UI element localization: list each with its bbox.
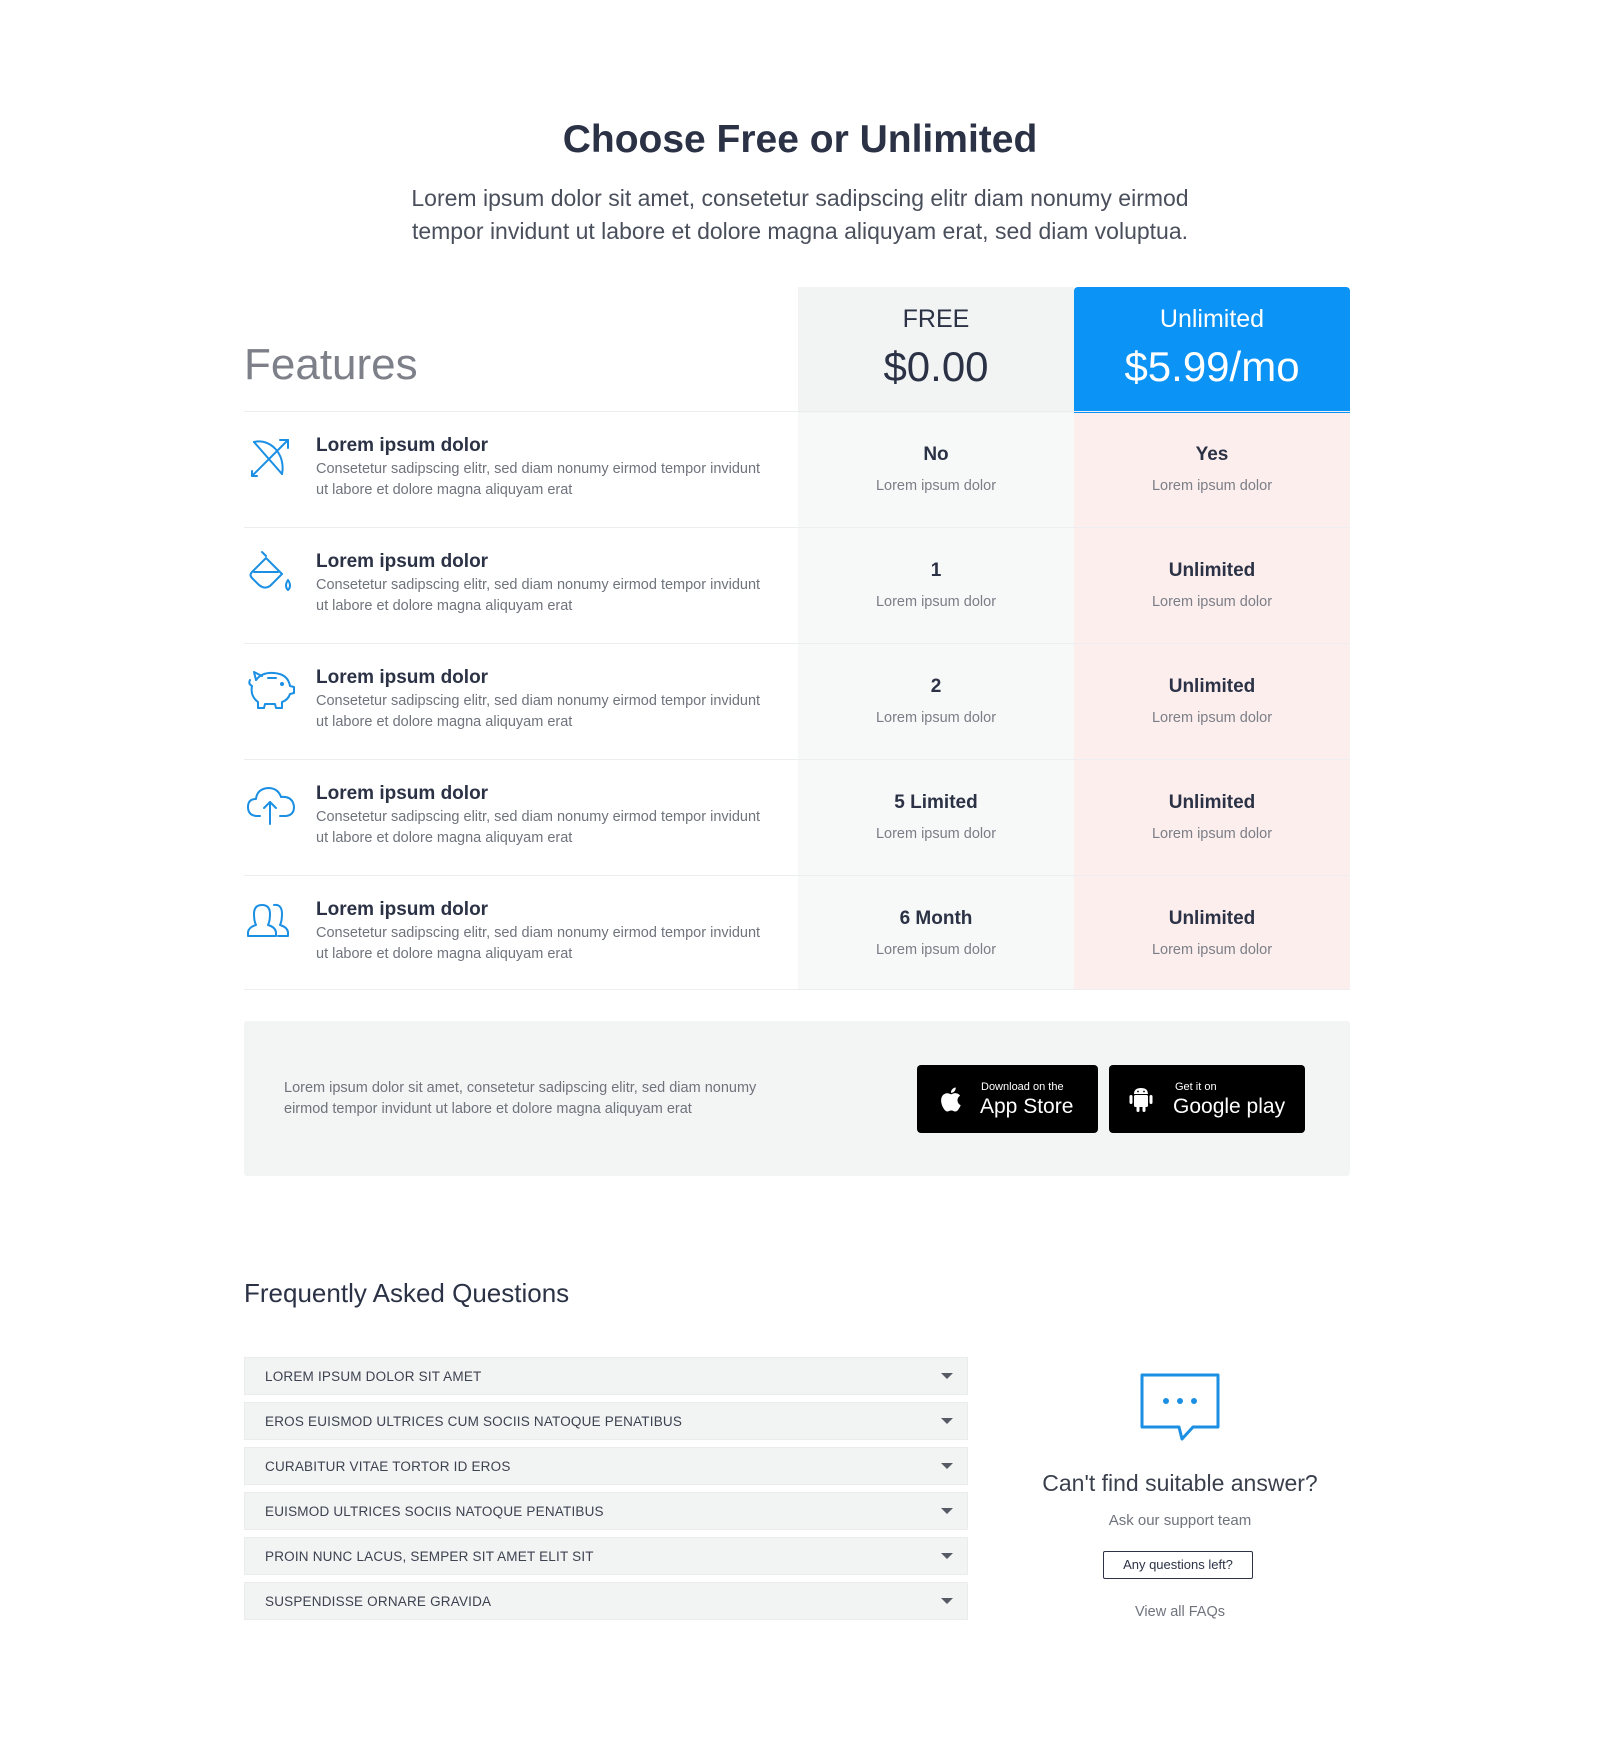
page-title: Choose Free or Unlimited: [562, 118, 1038, 161]
feature-description: Consetetur sadipscing elitr, sed diam no…: [316, 459, 786, 501]
page-subtitle-line: Lorem ipsum dolor sit amet, consetetur s…: [411, 185, 1189, 211]
faq-item[interactable]: CURABITUR VITAE TORTOR ID EROS: [244, 1447, 968, 1485]
faq-title: Frequently Asked Questions: [244, 1278, 570, 1308]
row-divider: [244, 411, 1350, 412]
piggy-bank-icon: [244, 662, 298, 716]
unlimited-value: Yes: [1195, 444, 1229, 465]
unlimited-value-note: Lorem ipsum dolor: [1151, 826, 1273, 842]
feature-description-line: Consetetur sadipscing elitr, sed diam no…: [316, 925, 761, 941]
row-divider: [244, 643, 1350, 644]
apple-icon: [941, 1087, 961, 1112]
row-divider: [244, 989, 1350, 990]
unlimited-value: Unlimited: [1168, 908, 1256, 929]
free-value-note: Lorem ipsum dolor: [875, 594, 997, 610]
cloud-upload-icon: [244, 778, 298, 832]
feature-description-line: ut labore et dolore magna aliquyam erat: [316, 598, 573, 614]
feature-description-line: Consetetur sadipscing elitr, sed diam no…: [316, 693, 761, 709]
view-all-faqs-link[interactable]: View all FAQs: [1000, 1604, 1360, 1620]
features-heading: Features: [244, 340, 418, 389]
app-store-caption: Download on the: [981, 1081, 1064, 1093]
caret-down-icon: [941, 1553, 953, 1559]
faq-item[interactable]: PROIN NUNC LACUS, SEMPER SIT AMET ELIT S…: [244, 1537, 968, 1575]
free-value: 5 Limited: [894, 792, 978, 813]
banner-text-line: Lorem ipsum dolor sit amet, consetetur s…: [284, 1080, 757, 1096]
paint-bucket-icon: [244, 546, 298, 600]
feature-description: Consetetur sadipscing elitr, sed diam no…: [316, 923, 786, 965]
google-play-caption: Get it on: [1175, 1081, 1217, 1093]
any-questions-button[interactable]: Any questions left?: [1103, 1551, 1253, 1579]
feature-description-line: Consetetur sadipscing elitr, sed diam no…: [316, 809, 761, 825]
row-divider: [244, 527, 1350, 528]
app-store-label: App Store: [980, 1095, 1074, 1118]
unlimited-column-bg: [1074, 411, 1350, 989]
unlimited-value-note: Lorem ipsum dolor: [1151, 710, 1273, 726]
free-value: 6 Month: [899, 908, 973, 929]
feature-description-line: ut labore et dolore magna aliquyam erat: [316, 482, 573, 498]
plan-header-free: FREE $0.00: [798, 287, 1074, 413]
free-value: 1: [930, 560, 942, 581]
app-store-button[interactable]: Download on the App Store: [917, 1065, 1098, 1133]
page-subtitle: Lorem ipsum dolor sit amet, consetetur s…: [380, 182, 1220, 248]
unlimited-value-note: Lorem ipsum dolor: [1151, 942, 1273, 958]
plan-price: $0.00: [883, 343, 989, 390]
unlimited-value: Unlimited: [1168, 560, 1256, 581]
row-divider: [244, 759, 1350, 760]
page-subtitle-line: tempor invidunt ut labore et dolore magn…: [411, 218, 1189, 244]
free-value-note: Lorem ipsum dolor: [875, 478, 997, 494]
faq-item[interactable]: EROS EUISMOD ULTRICES CUM SOCIIS NATOQUE…: [244, 1402, 968, 1440]
feature-title: Lorem ipsum dolor: [316, 667, 489, 688]
plan-name: FREE: [902, 305, 970, 333]
free-value: No: [923, 444, 949, 465]
feature-description-line: ut labore et dolore magna aliquyam erat: [316, 830, 573, 846]
faq-question: SUSPENDISSE ORNARE GRAVIDA: [265, 1594, 492, 1609]
unlimited-value: Unlimited: [1168, 676, 1256, 697]
faq-item[interactable]: LOREM IPSUM DOLOR SIT AMET: [244, 1357, 968, 1395]
faq-question: LOREM IPSUM DOLOR SIT AMET: [265, 1369, 482, 1384]
faq-item[interactable]: SUSPENDISSE ORNARE GRAVIDA: [244, 1582, 968, 1620]
caret-down-icon: [941, 1373, 953, 1379]
faq-question: PROIN NUNC LACUS, SEMPER SIT AMET ELIT S…: [265, 1549, 594, 1564]
feature-title: Lorem ipsum dolor: [316, 783, 489, 804]
unlimited-value: Unlimited: [1168, 792, 1256, 813]
bow-arrow-icon: [244, 430, 298, 484]
help-title: Can't find suitable answer?: [1042, 1470, 1318, 1496]
feature-title: Lorem ipsum dolor: [316, 435, 489, 456]
banner-text-line: eirmod tempor invidunt ut labore et dolo…: [284, 1101, 692, 1117]
google-play-label: Google play: [1173, 1095, 1286, 1118]
feature-title: Lorem ipsum dolor: [316, 551, 489, 572]
free-value-note: Lorem ipsum dolor: [875, 710, 997, 726]
google-play-button[interactable]: Get it on Google play: [1109, 1065, 1305, 1133]
plan-price: $5.99/mo: [1124, 343, 1300, 390]
caret-down-icon: [941, 1418, 953, 1424]
banner-text: Lorem ipsum dolor sit amet, consetetur s…: [284, 1078, 804, 1120]
chat-bubble-icon: [1140, 1373, 1220, 1441]
faq-question: EROS EUISMOD ULTRICES CUM SOCIIS NATOQUE…: [265, 1414, 683, 1429]
feature-title: Lorem ipsum dolor: [316, 899, 489, 920]
faq-item[interactable]: EUISMOD ULTRICES SOCIIS NATOQUE PENATIBU…: [244, 1492, 968, 1530]
unlimited-value-note: Lorem ipsum dolor: [1151, 478, 1273, 494]
caret-down-icon: [941, 1598, 953, 1604]
users-icon: [244, 894, 298, 948]
plan-name: Unlimited: [1159, 305, 1265, 333]
free-value-note: Lorem ipsum dolor: [875, 942, 997, 958]
free-value: 2: [930, 676, 942, 697]
android-icon: [1129, 1088, 1153, 1112]
caret-down-icon: [941, 1508, 953, 1514]
faq-question: EUISMOD ULTRICES SOCIIS NATOQUE PENATIBU…: [265, 1504, 604, 1519]
feature-description: Consetetur sadipscing elitr, sed diam no…: [316, 691, 786, 733]
feature-description-line: Consetetur sadipscing elitr, sed diam no…: [316, 461, 761, 477]
plan-header-unlimited: Unlimited $5.99/mo: [1074, 287, 1350, 413]
help-subtitle: Ask our support team: [1108, 1512, 1252, 1529]
unlimited-value-note: Lorem ipsum dolor: [1151, 594, 1273, 610]
feature-description-line: Consetetur sadipscing elitr, sed diam no…: [316, 577, 761, 593]
feature-description-line: ut labore et dolore magna aliquyam erat: [316, 714, 573, 730]
row-divider: [244, 875, 1350, 876]
faq-question: CURABITUR VITAE TORTOR ID EROS: [265, 1459, 511, 1474]
caret-down-icon: [941, 1463, 953, 1469]
feature-description-line: ut labore et dolore magna aliquyam erat: [316, 946, 573, 962]
feature-description: Consetetur sadipscing elitr, sed diam no…: [316, 807, 786, 849]
feature-description: Consetetur sadipscing elitr, sed diam no…: [316, 575, 786, 617]
free-value-note: Lorem ipsum dolor: [875, 826, 997, 842]
